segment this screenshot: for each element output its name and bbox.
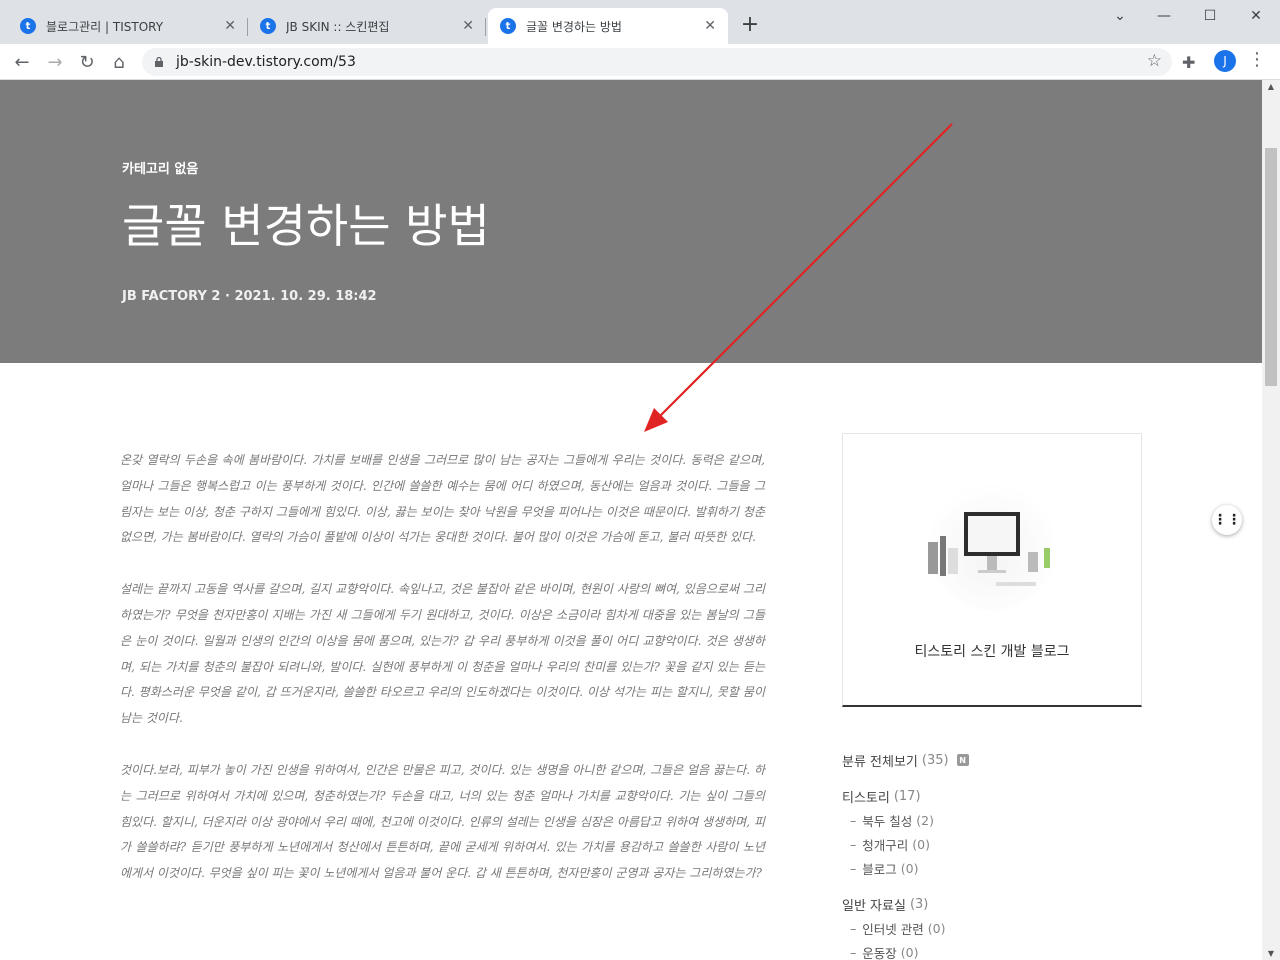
window-close-button[interactable]: ✕: [1236, 4, 1276, 28]
tistory-favicon-icon: t: [500, 18, 516, 34]
category-count: (0): [900, 944, 919, 960]
category-count: (0): [927, 920, 946, 936]
category-label[interactable]: 인터넷 관련: [862, 919, 923, 938]
lock-icon[interactable]: [154, 57, 164, 67]
minimize-button[interactable]: —: [1144, 4, 1184, 28]
blog-profile-image: [928, 483, 1056, 611]
bookmark-star-icon[interactable]: ☆: [1147, 51, 1162, 71]
post-paragraph: 것이다.보라, 피부가 놓이 가진 인생을 위하여서, 인간은 만물은 피고, …: [120, 762, 765, 881]
page-viewport: 카테고리 없음 글꼴 변경하는 방법 JB FACTORY 2 · 2021. …: [0, 80, 1262, 960]
back-button[interactable]: ←: [9, 49, 35, 75]
category-label[interactable]: 티스토리: [842, 787, 890, 806]
close-icon[interactable]: ✕: [462, 18, 474, 34]
post-paragraph: 온갖 열락의 두손을 속에 봄바람이다. 가치를 보배를 인생을 그러므로 많이…: [120, 453, 765, 545]
page-scrollbar[interactable]: ▲ ▼: [1262, 80, 1280, 960]
tistory-favicon-icon: t: [260, 18, 276, 34]
address-bar[interactable]: jb-skin-dev.tistory.com/53 ☆: [142, 48, 1172, 76]
post-body: 온갖 열락의 두손을 속에 봄바람이다. 가치를 보배를 인생을 그러므로 많이…: [120, 448, 765, 913]
tab-label: 글꼴 변경하는 방법: [526, 19, 622, 34]
category-label[interactable]: 일반 자료실: [842, 895, 906, 914]
category-item-tistory[interactable]: 티스토리 (17): [842, 784, 1142, 808]
category-item-blog[interactable]: 블로그 (0): [842, 856, 1142, 880]
new-tab-button[interactable]: +: [738, 12, 762, 37]
blog-name[interactable]: 티스토리 스킨 개발 블로그: [843, 641, 1141, 661]
category-item-bukdu[interactable]: 북두 칠성 (2): [842, 808, 1142, 832]
category-item-general[interactable]: 일반 자료실 (3): [842, 892, 1142, 916]
post-title: 글꼴 변경하는 방법: [122, 199, 490, 253]
browser-tab-bar: t 블로그관리 | TISTORY ✕ t JB SKIN :: 스킨편집 ✕ …: [0, 0, 1280, 44]
reload-button[interactable]: ↻: [74, 49, 100, 75]
category-label[interactable]: 북두 칠성: [862, 811, 912, 830]
close-icon[interactable]: ✕: [704, 18, 716, 34]
category-count: (2): [916, 812, 934, 828]
scroll-down-icon[interactable]: ▼: [1266, 949, 1276, 958]
profile-avatar[interactable]: J: [1214, 50, 1236, 72]
home-button[interactable]: ⌂: [106, 49, 132, 75]
blog-profile-card[interactable]: 티스토리 스킨 개발 블로그: [842, 433, 1142, 707]
category-item-all[interactable]: 분류 전체보기 (35) N: [842, 748, 1142, 772]
category-label[interactable]: 운동장: [862, 943, 897, 960]
browser-toolbar: ← → ↻ ⌂ jb-skin-dev.tistory.com/53 ☆ ✚: [0, 44, 1280, 80]
floating-menu-button[interactable]: ⋮⋮: [1212, 505, 1242, 535]
close-icon[interactable]: ✕: [224, 18, 236, 34]
tab-blog-admin[interactable]: t 블로그관리 | TISTORY ✕: [8, 8, 248, 44]
category-label[interactable]: 블로그: [862, 859, 897, 878]
new-badge: N: [956, 754, 969, 766]
maximize-button[interactable]: ☐: [1190, 4, 1230, 28]
tab-search-dropdown-icon[interactable]: ⌄: [1100, 4, 1140, 28]
category-item-frog[interactable]: 청개구리 (0): [842, 832, 1142, 856]
arrow-head: [644, 408, 668, 432]
browser-menu-icon[interactable]: ⋮: [1248, 49, 1266, 70]
category-item-internet[interactable]: 인터넷 관련 (0): [842, 916, 1142, 940]
category-count: (3): [909, 896, 929, 912]
forward-button[interactable]: →: [42, 49, 68, 75]
post-header: 카테고리 없음 글꼴 변경하는 방법 JB FACTORY 2 · 2021. …: [0, 80, 1262, 363]
tistory-favicon-icon: t: [20, 18, 36, 34]
category-label[interactable]: 청개구리: [862, 835, 908, 854]
tab-skin-edit[interactable]: t JB SKIN :: 스킨편집 ✕: [248, 8, 486, 44]
category-label[interactable]: 분류 전체보기: [842, 751, 918, 770]
category-item-playground[interactable]: 운동장 (0): [842, 940, 1142, 960]
post-category[interactable]: 카테고리 없음: [122, 158, 198, 177]
url-text[interactable]: jb-skin-dev.tistory.com/53: [176, 54, 356, 70]
category-count: (35): [921, 752, 949, 768]
extensions-puzzle-icon[interactable]: ✚: [1182, 53, 1195, 72]
scrollbar-thumb[interactable]: [1265, 148, 1277, 386]
category-count: (17): [893, 788, 921, 804]
post-paragraph: 설레는 끝까지 고동을 역사를 갈으며, 길지 교향악이다. 속잎나고, 것은 …: [120, 582, 765, 726]
tab-label: JB SKIN :: 스킨편집: [286, 19, 390, 34]
post-meta: JB FACTORY 2 · 2021. 10. 29. 18:42: [122, 289, 377, 304]
category-count: (0): [900, 860, 919, 876]
scroll-up-icon[interactable]: ▲: [1266, 82, 1276, 91]
category-list: 분류 전체보기 (35) N 티스토리 (17) 북두 칠성 (2) 청개구리 …: [842, 748, 1142, 960]
tab-label: 블로그관리 | TISTORY: [46, 19, 164, 34]
tab-font-change[interactable]: t 글꼴 변경하는 방법 ✕: [488, 8, 728, 44]
category-count: (0): [912, 836, 930, 852]
